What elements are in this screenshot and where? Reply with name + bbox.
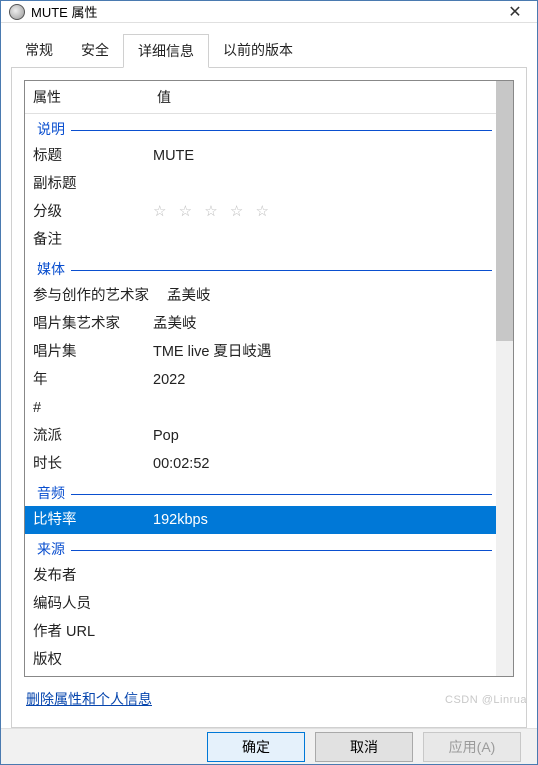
row-track-number[interactable]: #: [25, 394, 496, 422]
tabstrip: 常规 安全 详细信息 以前的版本: [11, 33, 527, 68]
header-property[interactable]: 属性: [25, 81, 149, 113]
properties-dialog: MUTE 属性 ✕ 常规 安全 详细信息 以前的版本 属性 值 说明 标题MUT…: [0, 0, 538, 765]
close-button[interactable]: ✕: [493, 1, 537, 22]
row-author-url[interactable]: 作者 URL: [25, 618, 496, 646]
client-area: 常规 安全 详细信息 以前的版本 属性 值 说明 标题MUTE 副标题 分级☆ …: [1, 23, 537, 728]
tab-page-details: 属性 值 说明 标题MUTE 副标题 分级☆ ☆ ☆ ☆ ☆ 备注 媒体 参与创…: [11, 68, 527, 728]
list-header: 属性 值: [25, 81, 496, 114]
row-copyright[interactable]: 版权: [25, 646, 496, 674]
header-value[interactable]: 值: [149, 81, 496, 113]
listview[interactable]: 属性 值 说明 标题MUTE 副标题 分级☆ ☆ ☆ ☆ ☆ 备注 媒体 参与创…: [25, 81, 496, 676]
tab-details[interactable]: 详细信息: [123, 34, 209, 68]
property-list: 属性 值 说明 标题MUTE 副标题 分级☆ ☆ ☆ ☆ ☆ 备注 媒体 参与创…: [24, 80, 514, 677]
tab-security[interactable]: 安全: [67, 34, 123, 68]
row-title[interactable]: 标题MUTE: [25, 142, 496, 170]
row-subtitle[interactable]: 副标题: [25, 170, 496, 198]
row-contributing-artist[interactable]: 参与创作的艺术家孟美岐: [25, 282, 496, 310]
titlebar: MUTE 属性 ✕: [1, 1, 537, 23]
row-bitrate[interactable]: 比特率192kbps: [25, 506, 496, 534]
window-title: MUTE 属性: [31, 2, 493, 21]
row-rating[interactable]: 分级☆ ☆ ☆ ☆ ☆: [25, 198, 496, 226]
group-media: 媒体: [25, 254, 496, 282]
row-publisher[interactable]: 发布者: [25, 562, 496, 590]
group-audio: 音频: [25, 478, 496, 506]
tab-general[interactable]: 常规: [11, 34, 67, 68]
apply-button: 应用(A): [423, 732, 521, 762]
row-encoded-by[interactable]: 编码人员: [25, 590, 496, 618]
tab-previous-versions[interactable]: 以前的版本: [209, 34, 307, 68]
remove-properties-link[interactable]: 删除属性和个人信息: [26, 689, 514, 709]
row-album-artist[interactable]: 唱片集艺术家孟美岐: [25, 310, 496, 338]
cancel-button[interactable]: 取消: [315, 732, 413, 762]
scrollbar-thumb[interactable]: [496, 81, 513, 341]
group-description: 说明: [25, 114, 496, 142]
row-year[interactable]: 年2022: [25, 366, 496, 394]
app-icon: [9, 4, 25, 20]
row-genre[interactable]: 流派Pop: [25, 422, 496, 450]
row-album[interactable]: 唱片集TME live 夏日岐遇: [25, 338, 496, 366]
dialog-buttons: 确定 取消 应用(A): [1, 728, 537, 764]
rating-stars[interactable]: ☆ ☆ ☆ ☆ ☆: [153, 201, 496, 223]
row-length[interactable]: 时长00:02:52: [25, 450, 496, 478]
ok-button[interactable]: 确定: [207, 732, 305, 762]
vertical-scrollbar[interactable]: [496, 81, 513, 676]
row-remark[interactable]: 备注: [25, 226, 496, 254]
group-source: 来源: [25, 534, 496, 562]
